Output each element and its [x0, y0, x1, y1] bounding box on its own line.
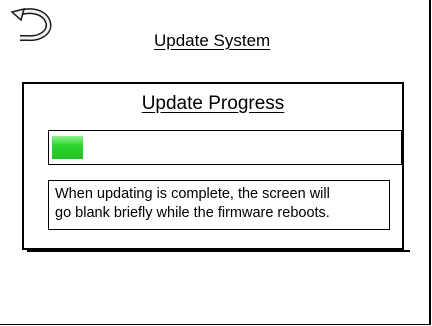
- back-button[interactable]: [10, 8, 54, 42]
- page-title: Update System: [154, 31, 271, 50]
- progress-bar: [48, 130, 402, 165]
- message-line-2: go blank briefly while the firmware rebo…: [55, 205, 330, 221]
- dialog-title: Update Progress: [141, 93, 285, 114]
- dialog-shadow: [27, 250, 410, 252]
- update-message: When updating is complete, the screen wi…: [48, 180, 390, 230]
- message-line-1: When updating is complete, the screen wi…: [55, 186, 330, 202]
- update-system-screen: Update System Update Progress When updat…: [0, 0, 431, 325]
- back-arrow-icon: [10, 8, 52, 42]
- progress-bar-fill: [52, 136, 84, 159]
- update-progress-dialog: Update Progress When updating is complet…: [22, 82, 404, 250]
